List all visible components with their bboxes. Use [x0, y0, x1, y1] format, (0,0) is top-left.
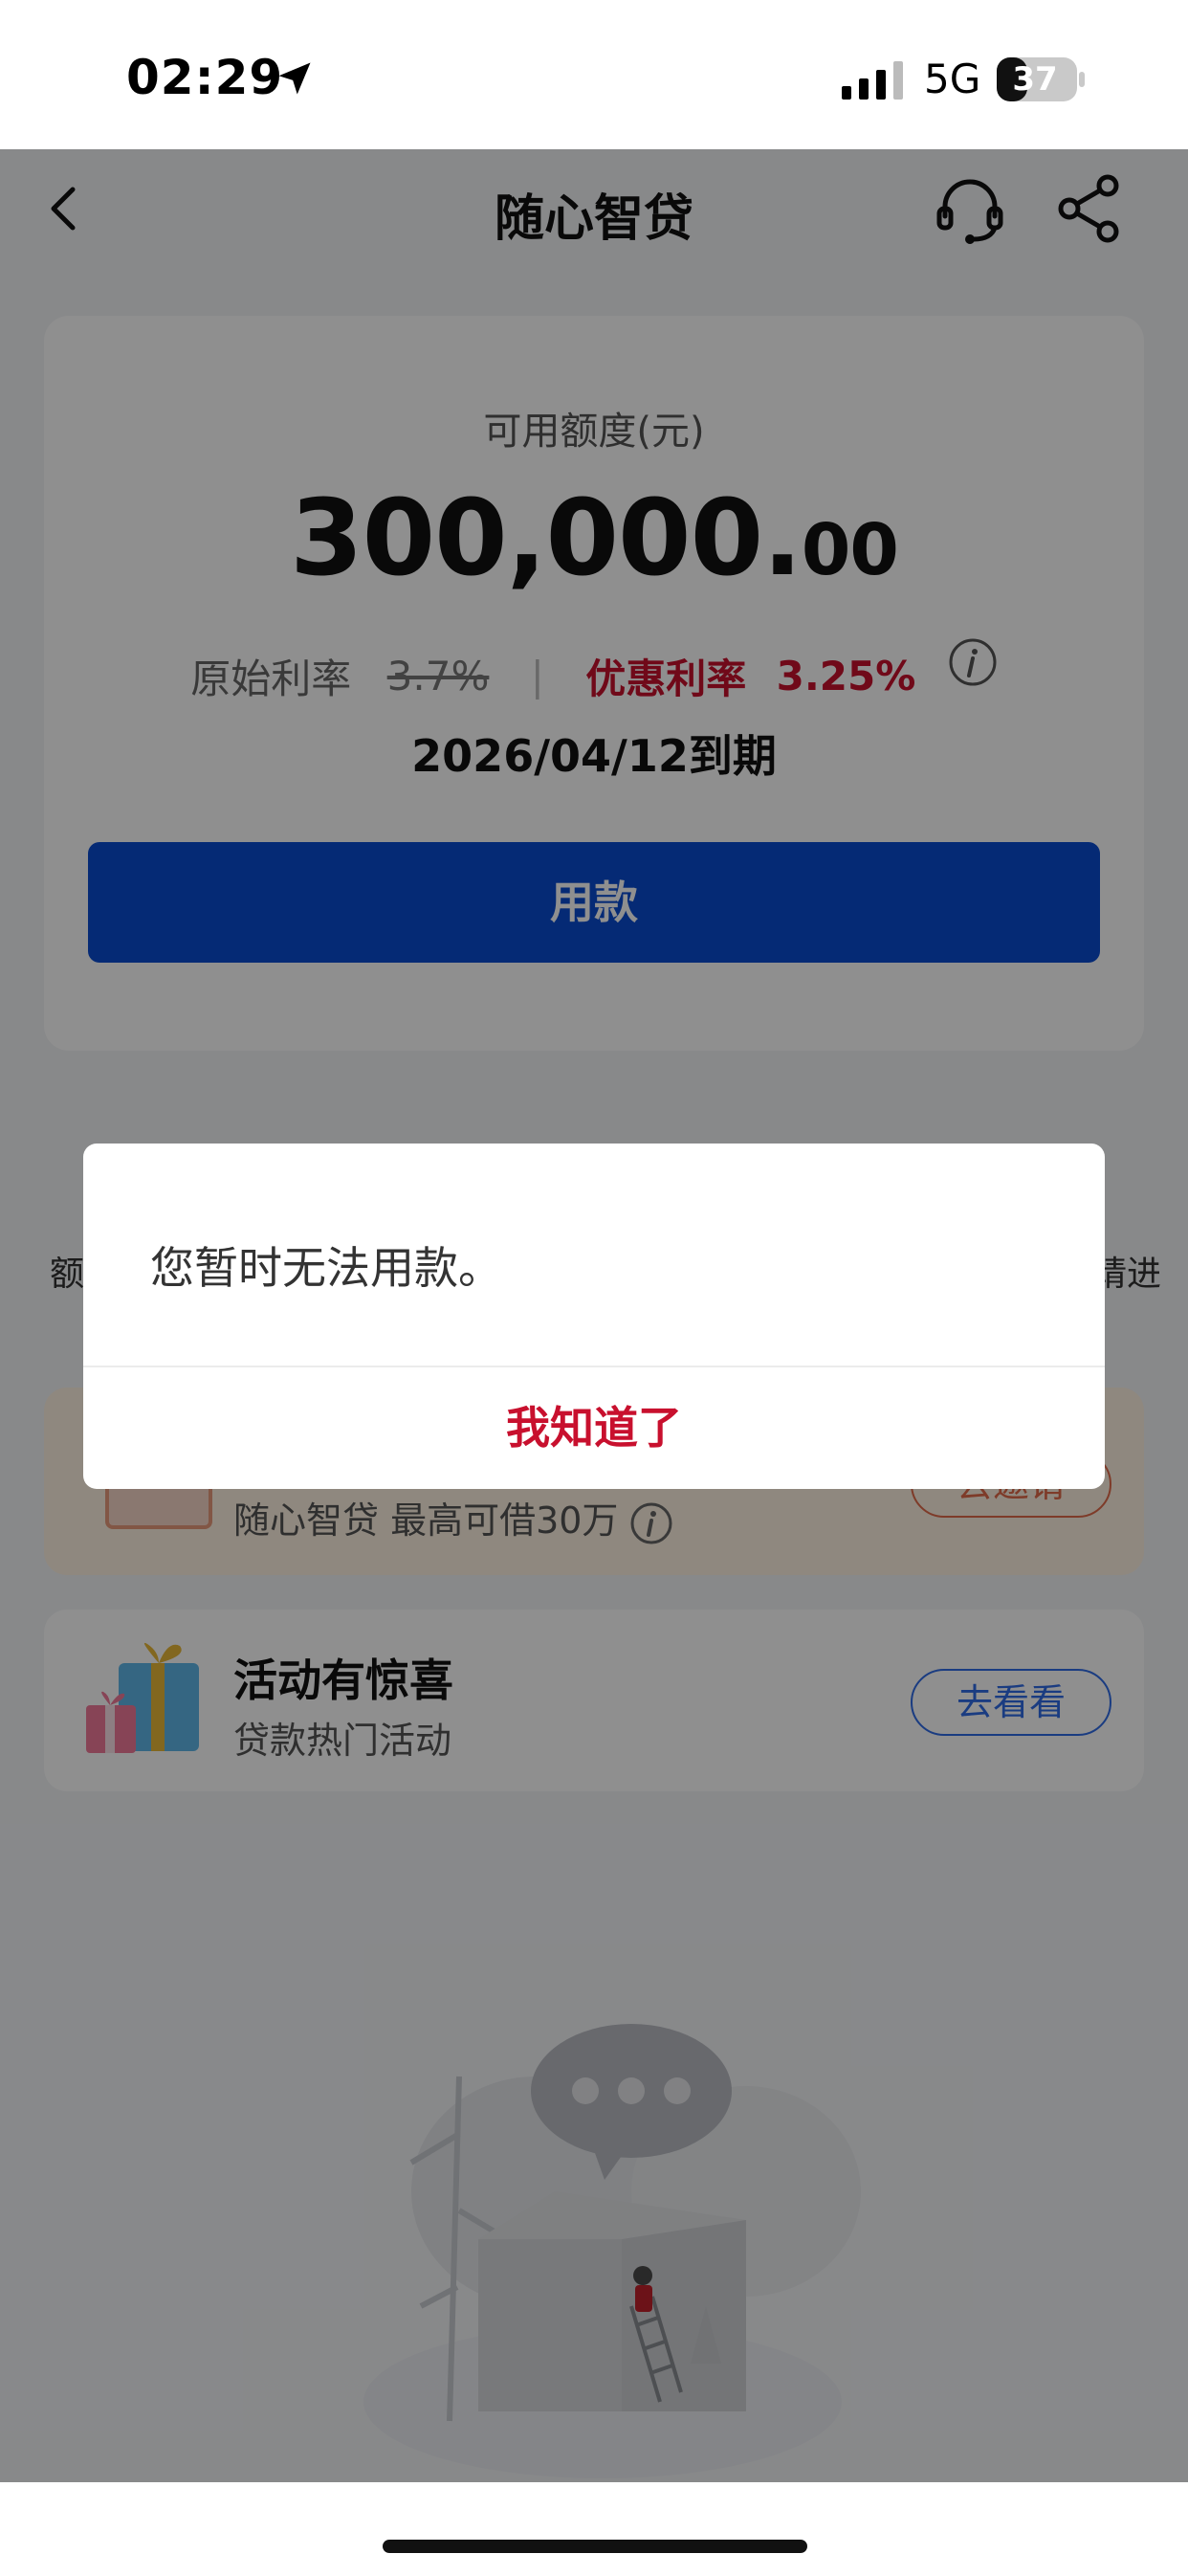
- signal-icon: [842, 61, 903, 100]
- dialog-confirm-button[interactable]: 我知道了: [83, 1367, 1105, 1489]
- status-bar: 02:29 5G 37: [0, 0, 1188, 149]
- home-indicator[interactable]: [383, 2540, 807, 2553]
- battery-level: 37: [1012, 60, 1058, 99]
- home-indicator-area: [0, 2482, 1188, 2576]
- status-time: 02:29: [126, 50, 284, 105]
- alert-dialog: 您暂时无法用款。 我知道了: [83, 1144, 1105, 1489]
- location-arrow-icon: [278, 62, 311, 95]
- dialog-message: 您暂时无法用款。: [150, 1242, 502, 1294]
- network-label: 5G: [924, 56, 981, 102]
